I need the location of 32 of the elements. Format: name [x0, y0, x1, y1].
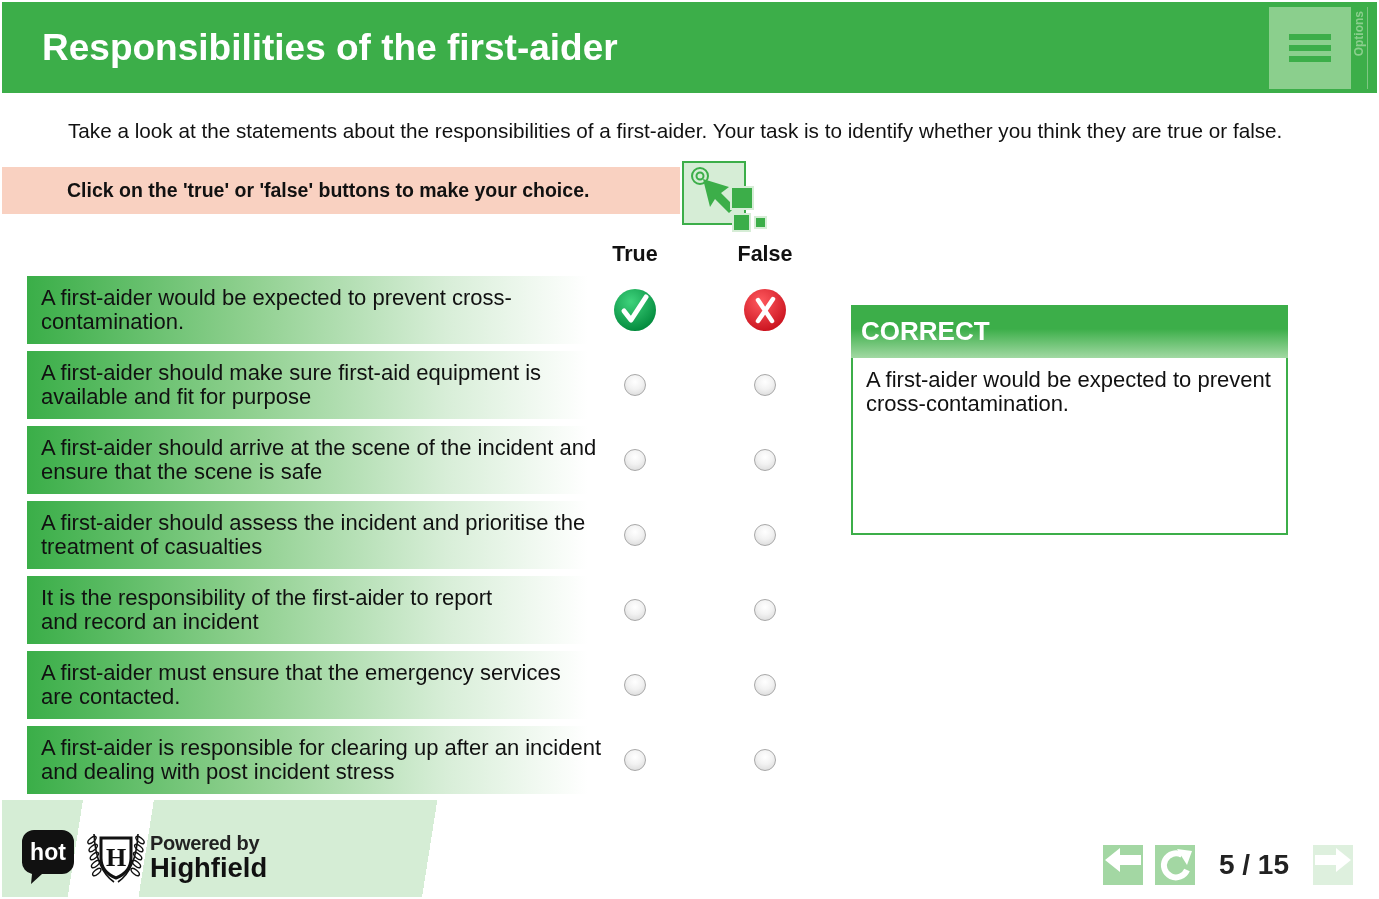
cursor-click-icon	[682, 161, 768, 232]
column-header: False	[737, 242, 793, 266]
radio-button[interactable]	[754, 749, 776, 771]
radio-button[interactable]	[624, 749, 646, 771]
radio-button[interactable]	[754, 674, 776, 696]
powered-by-text: Powered by	[150, 832, 261, 853]
options-label[interactable]: Options	[1353, 10, 1365, 56]
radio-button[interactable]	[624, 524, 646, 546]
replay-button[interactable]	[1154, 845, 1195, 885]
column-header: True	[612, 242, 658, 266]
intro-text: Take a look at the statements about the responsibilities of a first-aider. Your task is to identify whether you think they are true or false.	[67, 119, 1284, 143]
tick-icon[interactable]	[614, 289, 656, 331]
radio-button[interactable]	[624, 599, 646, 621]
radio-button[interactable]	[624, 674, 646, 696]
feedback-title: CORRECT	[851, 305, 1288, 358]
feedback-text: A first-aider would be expected to prevent cross-contamination.	[865, 366, 1272, 416]
crest-logo: H	[84, 830, 148, 884]
page-counter: 5 / 15	[1218, 851, 1289, 879]
radio-button[interactable]	[754, 524, 776, 546]
instruction-banner: Click on the 'true' or 'false' buttons to make your choice.	[2, 167, 680, 214]
brand-name: Highfield	[150, 853, 268, 882]
radio-button[interactable]	[754, 374, 776, 396]
radio-button[interactable]	[754, 449, 776, 471]
back-arrow-button[interactable]	[1102, 845, 1143, 885]
hot-logo: hot	[22, 830, 74, 884]
radio-button[interactable]	[624, 374, 646, 396]
menu-button[interactable]	[1269, 6, 1351, 89]
radio-button[interactable]	[624, 449, 646, 471]
menu-icon	[1289, 33, 1331, 62]
radio-button[interactable]	[754, 599, 776, 621]
cross-icon[interactable]	[744, 289, 786, 331]
page-title: Responsibilities of the first-aider	[41, 29, 619, 66]
